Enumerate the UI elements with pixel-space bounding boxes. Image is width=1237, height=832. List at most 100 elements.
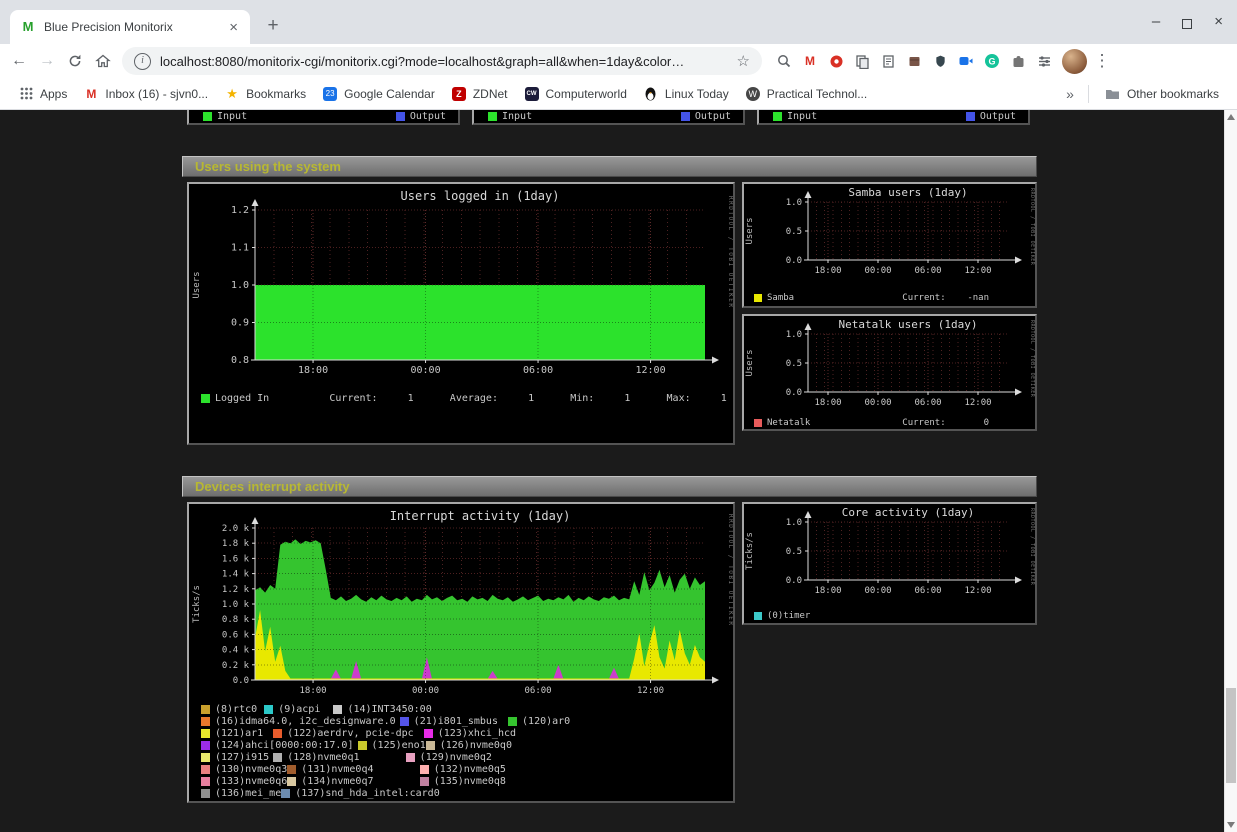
bookmark-bookmarks[interactable]: ★ Bookmarks (216, 82, 314, 106)
reload-button[interactable] (62, 48, 88, 74)
input-swatch (488, 112, 497, 121)
svg-text:RRDTOOL / TOBI OETIKER: RRDTOOL / TOBI OETIKER (1029, 508, 1035, 586)
window-close-icon[interactable]: × (1214, 13, 1223, 31)
apps-label: Apps (40, 87, 67, 101)
scrollbar-thumb[interactable] (1226, 688, 1236, 783)
browser-tab[interactable]: M Blue Precision Monitorix × (10, 10, 250, 44)
forward-button: → (34, 48, 60, 74)
search-extension-icon[interactable] (774, 51, 794, 71)
scrollbar-up-button[interactable] (1225, 110, 1237, 124)
gmail-icon: M (83, 86, 99, 102)
svg-text:1.0: 1.0 (786, 330, 802, 340)
svg-text:06:00: 06:00 (523, 365, 553, 376)
package-extension-icon[interactable] (904, 51, 924, 71)
shield-extension-icon[interactable] (930, 51, 950, 71)
pages-extension-icon[interactable] (878, 51, 898, 71)
home-icon (95, 53, 111, 69)
page-scrollbar[interactable] (1224, 110, 1237, 832)
users-logged-in-panel: 1.21.11.00.90.818:0000:0006:0012:00Users… (187, 182, 735, 445)
svg-text:1.0 k: 1.0 k (222, 600, 250, 610)
chart-legend: (0)timer (744, 610, 1035, 622)
copy-extension-icon[interactable] (852, 51, 872, 71)
browser-menu-icon[interactable]: ⋮ (1093, 51, 1111, 71)
bookmark-computerworld-label: Computerworld (546, 87, 627, 101)
svg-text:18:00: 18:00 (298, 365, 328, 376)
tab-title: Blue Precision Monitorix (44, 20, 227, 34)
svg-text:06:00: 06:00 (914, 398, 941, 408)
output-label: Output (980, 111, 1016, 122)
down-arrow-icon (1227, 822, 1235, 828)
address-toolbar: ← → i localhost:8080/monitorix-cgi/monit… (0, 44, 1237, 78)
output-swatch (966, 112, 975, 121)
home-button[interactable] (90, 48, 116, 74)
bookmark-practical-technology[interactable]: W Practical Technol... (737, 82, 876, 106)
camera-extension-icon[interactable] (956, 51, 976, 71)
profile-avatar[interactable] (1062, 49, 1087, 74)
bookmark-inbox-label: Inbox (16) - sjvn0... (105, 87, 208, 101)
bookmark-linux-today[interactable]: Linux Today (635, 82, 737, 106)
grammarly-extension-icon[interactable]: G (982, 51, 1002, 71)
svg-text:G: G (988, 57, 995, 67)
pin-extension-icon[interactable] (826, 51, 846, 71)
samba-users-chart: 1.00.50.018:0000:0006:0012:00Samba users… (744, 184, 1035, 304)
section-header-users-label: Users using the system (195, 159, 341, 174)
input-swatch (773, 112, 782, 121)
window-minimize-icon[interactable]: – (1152, 13, 1160, 31)
output-label: Output (695, 111, 731, 122)
section-header-interrupts-label: Devices interrupt activity (195, 479, 350, 494)
other-bookmarks-label: Other bookmarks (1127, 87, 1219, 101)
svg-text:1.0: 1.0 (231, 280, 249, 291)
netatalk-users-panel: 1.00.50.018:0000:0006:0012:00Netatalk us… (742, 314, 1037, 431)
network-graph-cutoff-panel-2: Input Output (472, 110, 745, 125)
site-info-icon[interactable]: i (134, 53, 151, 70)
tab-close-icon[interactable]: × (227, 20, 240, 35)
gmail-extension-icon[interactable]: M (800, 51, 820, 71)
back-button[interactable]: ← (6, 48, 32, 74)
up-arrow-icon (1227, 114, 1235, 120)
tune-extension-icon[interactable] (1034, 51, 1054, 71)
svg-text:Interrupt activity (1day): Interrupt activity (1day) (390, 509, 571, 523)
zdnet-icon: Z (451, 86, 467, 102)
svg-text:RRDTOOL / TOBI OETIKER: RRDTOOL / TOBI OETIKER (727, 514, 733, 626)
window-maximize-icon[interactable] (1182, 19, 1192, 29)
bookmarks-overflow-icon[interactable]: » (1060, 86, 1080, 102)
svg-text:00:00: 00:00 (864, 586, 891, 596)
section-header-interrupts: Devices interrupt activity (182, 476, 1037, 497)
address-bar[interactable]: i localhost:8080/monitorix-cgi/monitorix… (122, 47, 762, 75)
chart-legend: NetatalkCurrent: 0 (744, 417, 1035, 429)
scrollbar-down-button[interactable] (1225, 818, 1237, 832)
input-label: Input (217, 111, 247, 122)
tab-strip: M Blue Precision Monitorix × + – × (0, 0, 1237, 44)
apps-shortcut[interactable]: Apps (10, 82, 75, 106)
svg-text:0.5: 0.5 (786, 359, 802, 369)
svg-text:12:00: 12:00 (964, 586, 991, 596)
other-bookmarks-button[interactable]: Other bookmarks (1097, 82, 1227, 106)
folder-icon (1105, 86, 1121, 102)
svg-text:0.9: 0.9 (231, 318, 249, 329)
url-text[interactable]: localhost:8080/monitorix-cgi/monitorix.c… (160, 54, 731, 69)
netatalk-users-chart: 1.00.50.018:0000:0006:0012:00Netatalk us… (744, 316, 1035, 429)
bookmark-calendar-label: Google Calendar (344, 87, 435, 101)
bookmark-star-icon[interactable]: ☆ (737, 52, 750, 70)
bookmark-zdnet-label: ZDNet (473, 87, 508, 101)
input-swatch (203, 112, 212, 121)
new-tab-button[interactable]: + (260, 14, 286, 40)
svg-text:12:00: 12:00 (964, 398, 991, 408)
output-label: Output (410, 111, 446, 122)
bookmark-google-calendar[interactable]: 23 Google Calendar (314, 82, 443, 106)
bookmark-linuxtoday-label: Linux Today (665, 87, 729, 101)
svg-text:0.4 k: 0.4 k (222, 646, 250, 656)
svg-text:18:00: 18:00 (814, 586, 841, 596)
samba-users-panel: 1.00.50.018:0000:0006:0012:00Samba users… (742, 182, 1037, 308)
chart-canvas: 2.0 k1.8 k1.6 k1.4 k1.2 k1.0 k0.8 k0.6 k… (189, 504, 733, 698)
svg-text:1.0: 1.0 (786, 518, 802, 528)
svg-text:Ticks/s: Ticks/s (192, 585, 202, 623)
svg-text:00:00: 00:00 (864, 266, 891, 276)
puzzle-extension-icon[interactable] (1008, 51, 1028, 71)
core-activity-chart: 1.00.50.018:0000:0006:0012:00Core activi… (744, 504, 1035, 622)
bookmark-zdnet[interactable]: Z ZDNet (443, 82, 516, 106)
svg-text:18:00: 18:00 (300, 686, 327, 696)
svg-text:06:00: 06:00 (914, 586, 941, 596)
bookmark-inbox[interactable]: M Inbox (16) - sjvn0... (75, 82, 216, 106)
bookmark-computerworld[interactable]: CW Computerworld (516, 82, 635, 106)
